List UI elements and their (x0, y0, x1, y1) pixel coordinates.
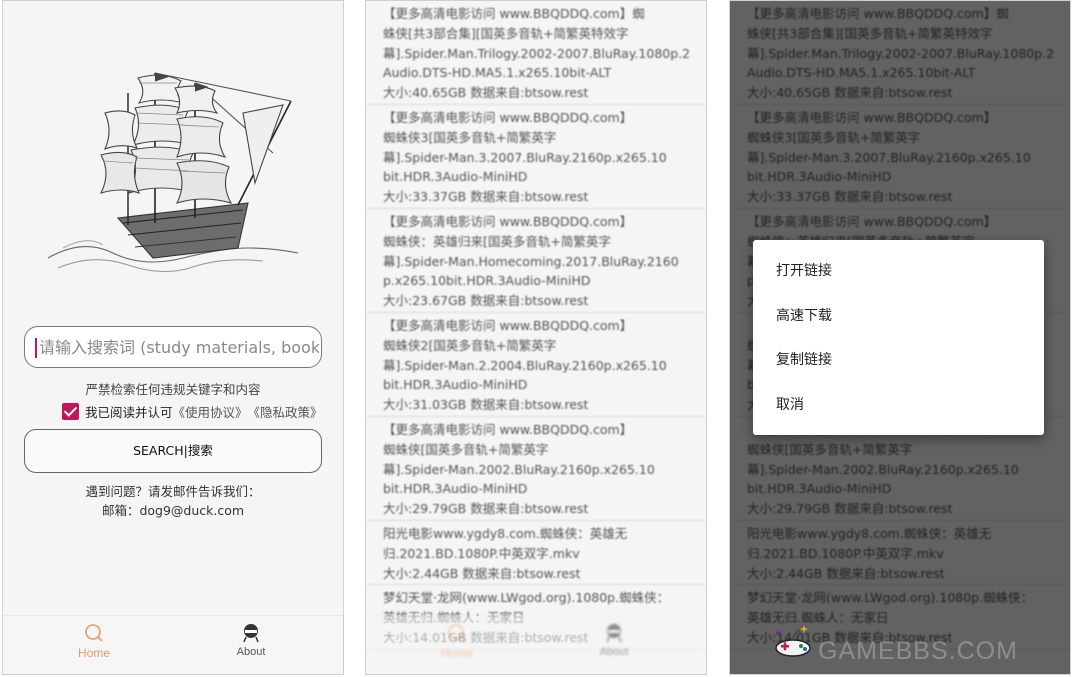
result-title-line: 蜘蛛侠：英雄归来[国英多音轨+简繁英字 (383, 233, 611, 249)
result-item[interactable]: 【更多高清电影访问 www.BBQDDQ.com】蜘蛛侠3[国英多音轨+简繁英字… (366, 105, 706, 209)
nav-about[interactable]: About (211, 622, 291, 658)
result-size-source: 大小:29.79GB 数据来自:btsow.rest (383, 501, 589, 517)
nav-home-label: Home (77, 646, 110, 660)
result-item[interactable]: 【更多高清电影访问 www.BBQDDQ.com】蜘蛛侠[国英多音轨+简繁英字幕… (366, 417, 706, 521)
result-title-line: 幕].Spider-Man.2.2004.BluRay.2160p.x265.1… (383, 357, 667, 373)
result-title-line: 【更多高清电影访问 www.BBQDDQ.com】 (383, 317, 633, 333)
contact-email: 邮箱：dog9@duck.com (101, 503, 245, 518)
result-title-line: bit.HDR.3Audio-MiniHD (383, 377, 528, 393)
menu-cancel[interactable]: 取消 (753, 383, 1044, 428)
result-title-line: 蜘蛛侠2[国英多音轨+简繁英字 (383, 337, 557, 353)
results-context-menu-screen: 【更多高清电影访问 www.BBQDDQ.com】蜘蛛侠[共3部合集][国英多音… (729, 0, 1071, 675)
menu-copy-link[interactable]: 复制链接 (753, 338, 1044, 383)
result-title-line: p.x265.10bit.HDR.3Audio-MiniHD (383, 273, 591, 289)
result-title-line: 幕].Spider-Man.Homecoming.2017.BluRay.216… (383, 253, 679, 269)
result-title-line: 蜘蛛侠[国英多音轨+简繁英字 (383, 441, 549, 457)
nav-home[interactable]: Home (54, 622, 134, 660)
contact-prompt: 遇到问题？请发邮件告诉我们： (85, 484, 261, 499)
privacy-link[interactable]: 《隐私政策》 (248, 402, 323, 421)
result-title-line: 蛛侠[共3部合集][国英多音轨+简繁英特效字 (383, 25, 629, 41)
result-title-line: bit.HDR.3Audio-MiniHD (383, 169, 528, 185)
search-input[interactable] (39, 327, 319, 367)
result-title-line: 【更多高清电影访问 www.BBQDDQ.com】 (383, 213, 633, 229)
content-warning: 严禁检索任何违规关键字和内容 (85, 382, 261, 397)
result-size-source: 大小:33.37GB 数据来自:btsow.rest (383, 189, 589, 205)
result-title-line: 【更多高清电影访问 www.BBQDDQ.com】 (383, 421, 633, 437)
terms-link[interactable]: 《使用协议》 (173, 402, 248, 421)
result-title-line: 幕].Spider-Man.2002.BluRay.2160p.x265.10 (383, 461, 655, 477)
watermark-text: GAMEBBS.COM (818, 637, 1018, 665)
result-item[interactable]: 阳光电影www.ygdy8.com.蜘蛛侠：英雄无归.2021.BD.1080P… (366, 521, 706, 586)
search-icon (85, 624, 103, 642)
search-screen: 严禁检索任何违规关键字和内容 我已阅读并认可 《使用协议》 《隐私政策》 SEA… (2, 0, 344, 675)
results-screen: 【更多高清电影访问 www.BBQDDQ.com】蜘 蛛侠[共3部合集][国英多音… (365, 0, 707, 675)
result-size-source: 大小:2.44GB 数据来自:btsow.rest (383, 565, 581, 581)
results-list[interactable]: 【更多高清电影访问 www.BBQDDQ.com】蜘 蛛侠[共3部合集][国英多音… (366, 1, 706, 650)
result-title-line: 阳光电影www.ygdy8.com.蜘蛛侠：英雄无 (383, 525, 628, 541)
bottom-navigation: Home About (3, 615, 343, 674)
result-title-line: 幕].Spider.Man.Trilogy.2002-2007.BluRay.1… (383, 45, 691, 61)
nav-about-label: About (599, 646, 629, 658)
link-action-dialog: 打开链接 高速下载 复制链接 取消 (753, 240, 1044, 435)
result-title-line: 归.2021.BD.1080P.中英双字.mkv (383, 545, 580, 561)
result-size-source: 大小:23.67GB 数据来自:btsow.rest (383, 293, 589, 309)
robot-icon (606, 624, 622, 643)
result-item[interactable]: 【更多高清电影访问 www.BBQDDQ.com】蜘蛛侠[共3部合集][国英多音… (366, 1, 706, 105)
menu-fast-download[interactable]: 高速下载 (753, 294, 1044, 339)
nav-home[interactable]: Home (417, 622, 497, 660)
bottom-navigation: Home About (366, 615, 706, 674)
agree-checkbox[interactable] (62, 402, 79, 420)
nav-about-label: About (236, 646, 266, 658)
sailing-ship-illustration (47, 72, 299, 273)
search-icon (448, 624, 466, 642)
result-title-line: 【更多高清电影访问 www.BBQDDQ.com】蜘 (383, 6, 645, 21)
menu-open-link[interactable]: 打开链接 (753, 249, 1044, 294)
result-title-line: 蜘蛛侠3[国英多音轨+简繁英字 (383, 129, 557, 145)
gamepad-logo-icon (775, 625, 811, 657)
result-item[interactable]: 【更多高清电影访问 www.BBQDDQ.com】蜘蛛侠：英雄归来[国英多音轨+… (366, 209, 706, 313)
robot-icon (243, 624, 259, 643)
nav-home-label: Home (440, 646, 473, 660)
result-title-line: Audio.DTS-HD.MA5.1.x265.10bit-ALT (383, 65, 612, 81)
text-caret (35, 338, 37, 358)
result-title-line: 【更多高清电影访问 www.BBQDDQ.com】 (383, 109, 633, 125)
result-size-source: 大小:40.65GB 数据来自:btsow.rest (383, 85, 589, 101)
search-button[interactable]: SEARCH|搜索 (24, 429, 322, 473)
agreement-row: 我已阅读并认可 《使用协议》 《隐私政策》 (62, 401, 323, 421)
result-item[interactable]: 【更多高清电影访问 www.BBQDDQ.com】蜘蛛侠2[国英多音轨+简繁英字… (366, 313, 706, 417)
search-field-container[interactable] (24, 326, 322, 368)
result-title-line: bit.HDR.3Audio-MiniHD (383, 481, 528, 497)
result-title-line: 梦幻天堂·龙网(www.LWgod.org).1080p.蜘蛛侠： (383, 590, 670, 606)
nav-about[interactable]: About (574, 622, 654, 658)
result-title-line: 幕].Spider-Man.3.2007.BluRay.2160p.x265.1… (383, 149, 667, 165)
agree-label: 我已阅读并认可 (85, 404, 173, 420)
result-size-source: 大小:31.03GB 数据来自:btsow.rest (383, 397, 589, 413)
